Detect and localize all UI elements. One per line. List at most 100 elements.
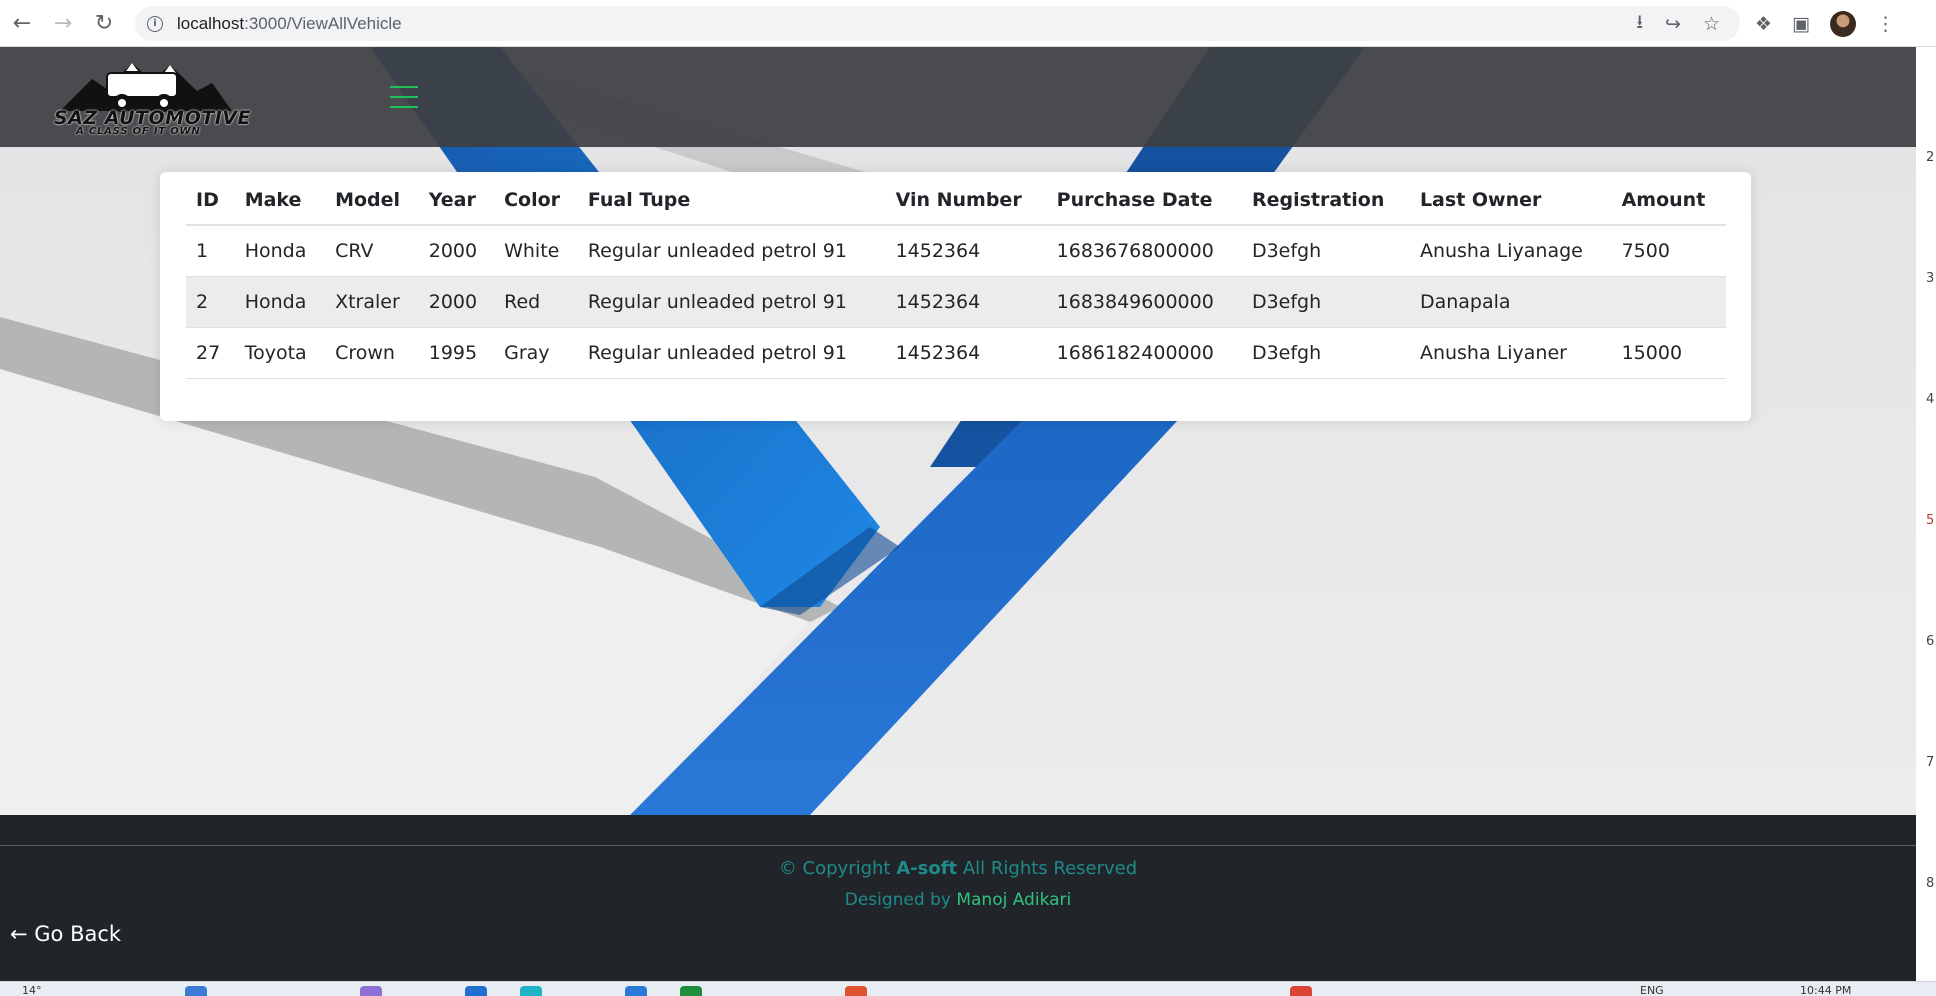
go-back-button[interactable]: ← Go Back	[10, 922, 121, 946]
brand-tagline: A CLASS OF IT OWN	[76, 126, 201, 137]
os-taskbar: 14° ENG 10:44 PM	[0, 981, 1936, 996]
col-registration: Registration	[1241, 175, 1410, 226]
bookmark-star-icon[interactable]: ☆	[1703, 13, 1720, 35]
copyright-suffix: All Rights Reserved	[957, 858, 1138, 879]
col-purchase-date: Purchase Date	[1046, 175, 1242, 226]
cell-amount	[1611, 276, 1726, 328]
footer-divider	[0, 845, 1916, 846]
cell-color: Red	[494, 276, 578, 328]
cell-amount: 7500	[1611, 225, 1726, 277]
app-icon[interactable]	[625, 986, 647, 996]
side-number: 2	[1926, 150, 1935, 165]
install-icon[interactable]: ⭳	[1636, 8, 1643, 40]
start-icon[interactable]	[185, 986, 207, 996]
side-number: 4	[1926, 392, 1935, 407]
background-stripes	[0, 47, 1365, 815]
url-text: localhost:3000/ViewAllVehicle	[177, 14, 402, 34]
url-path: :3000/ViewAllVehicle	[244, 13, 402, 33]
cell-registration: D3efgh	[1241, 327, 1410, 379]
app-icon[interactable]	[680, 986, 702, 996]
address-bar[interactable]: i localhost:3000/ViewAllVehicle ⭳ ↪ ☆	[135, 6, 1740, 41]
designer-link[interactable]: Manoj Adikari	[956, 890, 1071, 910]
cell-fuel-type: Regular unleaded petrol 91	[577, 225, 886, 277]
adjacent-window-strip: 2 3 4 5 6 7 8	[1916, 47, 1936, 981]
extensions-icon[interactable]: ❖	[1755, 13, 1772, 35]
cell-make: Toyota	[234, 327, 326, 379]
company-name: A-soft	[896, 858, 958, 879]
cell-vin: 1452364	[885, 225, 1047, 277]
menu-toggle-icon[interactable]	[390, 86, 418, 108]
col-color: Color	[494, 175, 578, 226]
cell-make: Honda	[234, 276, 326, 328]
designer-credit: Designed by Manoj Adikari	[0, 890, 1916, 910]
app-icon[interactable]	[465, 986, 487, 996]
forward-icon[interactable]: →	[43, 3, 83, 43]
table-header-row: ID Make Model Year Color Fual Tupe Vin N…	[186, 175, 1726, 226]
col-make: Make	[234, 175, 326, 226]
site-footer: © Copyright A-soft All Rights Reserved D…	[0, 815, 1916, 981]
app-icon[interactable]	[845, 986, 867, 996]
copyright-text: © Copyright A-soft All Rights Reserved	[0, 858, 1916, 879]
cell-year: 1995	[418, 327, 495, 379]
back-icon[interactable]: ←	[2, 3, 42, 43]
share-icon[interactable]: ↪	[1665, 13, 1681, 35]
cell-year: 2000	[418, 225, 495, 277]
site-info-icon[interactable]: i	[147, 15, 163, 32]
side-number: 6	[1926, 634, 1935, 649]
clock[interactable]: 10:44 PM	[1800, 984, 1851, 996]
page-background	[0, 47, 1916, 815]
cell-vin: 1452364	[885, 276, 1047, 328]
app-icon[interactable]	[520, 986, 542, 996]
cell-registration: D3efgh	[1241, 225, 1410, 277]
table-row: 1 Honda CRV 2000 White Regular unleaded …	[186, 225, 1726, 277]
col-year: Year	[418, 175, 495, 226]
cell-model: Xtraler	[325, 276, 419, 328]
app-icon[interactable]	[1290, 986, 1312, 996]
col-last-owner: Last Owner	[1409, 175, 1612, 226]
cell-id: 1	[186, 225, 235, 277]
cell-id: 27	[186, 327, 235, 379]
side-panel-icon[interactable]: ▣	[1792, 13, 1810, 35]
copyright-prefix: © Copyright	[778, 858, 897, 879]
cell-amount: 15000	[1611, 327, 1726, 379]
side-number: 3	[1926, 271, 1935, 286]
cell-purchase-date: 1683849600000	[1046, 276, 1242, 328]
language-indicator[interactable]: ENG	[1640, 984, 1664, 996]
cell-last-owner: Anusha Liyanage	[1409, 225, 1612, 277]
col-id: ID	[186, 175, 235, 226]
weather-temp[interactable]: 14°	[22, 984, 42, 996]
col-amount: Amount	[1611, 175, 1726, 226]
col-model: Model	[325, 175, 419, 226]
reload-icon[interactable]: ↻	[84, 3, 124, 43]
cell-vin: 1452364	[885, 327, 1047, 379]
side-number: 7	[1926, 755, 1935, 770]
cell-last-owner: Anusha Liyaner	[1409, 327, 1612, 379]
url-host: localhost	[177, 13, 245, 33]
browser-toolbar: ← → ↻ i localhost:3000/ViewAllVehicle ⭳ …	[0, 0, 1936, 47]
cell-fuel-type: Regular unleaded petrol 91	[577, 276, 886, 328]
table-row: 2 Honda Xtraler 2000 Red Regular unleade…	[186, 276, 1726, 328]
cell-purchase-date: 1683676800000	[1046, 225, 1242, 277]
cell-model: CRV	[325, 225, 419, 277]
cell-color: White	[494, 225, 578, 277]
site-header: SAZ AUTOMOTIVE A CLASS OF IT OWN	[0, 47, 1916, 147]
cell-last-owner: Danapala	[1409, 276, 1612, 328]
col-fuel-type: Fual Tupe	[577, 175, 886, 226]
cell-year: 2000	[418, 276, 495, 328]
side-number: 5	[1926, 513, 1935, 528]
cell-make: Honda	[234, 225, 326, 277]
cell-fuel-type: Regular unleaded petrol 91	[577, 327, 886, 379]
col-vin: Vin Number	[885, 175, 1047, 226]
cell-model: Crown	[325, 327, 419, 379]
table-row: 27 Toyota Crown 1995 Gray Regular unlead…	[186, 327, 1726, 379]
cell-id: 2	[186, 276, 235, 328]
profile-avatar[interactable]	[1830, 10, 1856, 37]
cell-color: Gray	[494, 327, 578, 379]
vehicles-card: ID Make Model Year Color Fual Tupe Vin N…	[160, 172, 1751, 421]
cell-purchase-date: 1686182400000	[1046, 327, 1242, 379]
app-icon[interactable]	[360, 986, 382, 996]
side-number: 8	[1926, 876, 1935, 891]
more-menu-icon[interactable]: ⋮	[1876, 13, 1895, 35]
designed-by-label: Designed by	[844, 890, 957, 910]
vehicles-table: ID Make Model Year Color Fual Tupe Vin N…	[186, 175, 1726, 379]
